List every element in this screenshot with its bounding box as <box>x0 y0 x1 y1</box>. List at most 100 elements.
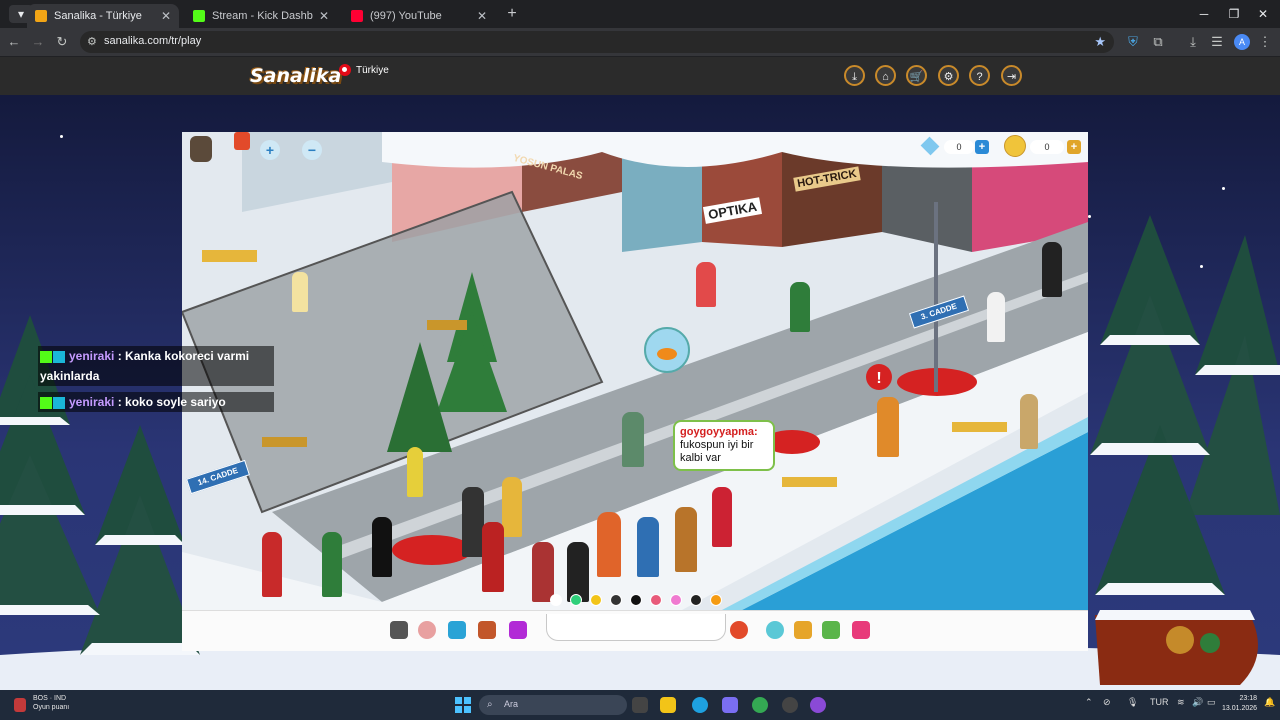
copilot-icon[interactable] <box>722 697 738 713</box>
player-avatar[interactable] <box>262 532 282 597</box>
player-avatar[interactable] <box>372 517 392 577</box>
game-widget-icon[interactable] <box>14 698 26 712</box>
home-icon[interactable]: ⌂ <box>875 65 896 86</box>
color-swatch-dark-gray[interactable] <box>610 594 622 606</box>
help-icon[interactable]: ? <box>969 65 990 86</box>
game-widget[interactable]: BOS · IND Oyun puanı <box>33 694 69 712</box>
chat-input[interactable] <box>546 614 726 641</box>
notifications-icon[interactable]: 🔔 <box>1264 697 1275 708</box>
zoom-in-icon[interactable]: + <box>260 140 280 160</box>
shield-extension-icon[interactable]: ⛨ <box>1125 34 1141 50</box>
download-icon[interactable]: ⤓ <box>1185 34 1201 50</box>
cart-icon[interactable]: 🛒 <box>906 65 927 86</box>
windows-start-icon[interactable] <box>455 697 471 713</box>
add-diamonds-button[interactable]: + <box>975 140 989 154</box>
tab-youtube[interactable]: (997) YouTube ✕ <box>343 4 495 28</box>
player-avatar[interactable] <box>1042 242 1062 297</box>
bag-icon[interactable] <box>478 621 496 639</box>
player-avatar[interactable] <box>567 542 589 602</box>
emotes-icon[interactable] <box>418 621 436 639</box>
extensions-icon[interactable]: ⧉ <box>1150 34 1166 50</box>
player-avatar[interactable] <box>502 477 522 537</box>
player-avatar[interactable] <box>712 487 732 547</box>
language-indicator[interactable]: TUR <box>1150 697 1169 707</box>
color-swatch-black[interactable] <box>630 594 642 606</box>
game-canvas[interactable]: ! YOSUN PALAS OPTIKA HOT-TRICK 3. CADDE … <box>182 132 1088 610</box>
profile-avatar[interactable]: A <box>1234 34 1250 50</box>
new-tab-button[interactable]: + <box>503 5 521 23</box>
show-hidden-icons[interactable]: ⌃ <box>1085 697 1093 708</box>
microphone-icon[interactable]: 🎙 <box>1127 697 1138 708</box>
minimize-button[interactable]: ─ <box>1192 5 1216 23</box>
player-avatar[interactable] <box>407 447 423 497</box>
player-avatar[interactable] <box>622 412 644 467</box>
network-icon[interactable]: ⊘ <box>1103 697 1111 708</box>
actions-icon[interactable] <box>509 621 527 639</box>
player-avatar[interactable] <box>322 532 342 597</box>
address-bar[interactable]: ⚙ sanalika.com/tr/play ★ <box>80 31 1114 53</box>
volume-icon[interactable]: 🔊 <box>1192 697 1203 708</box>
tab-search-icon[interactable]: ▾ <box>9 5 33 23</box>
close-tab-icon[interactable]: ✕ <box>319 9 329 23</box>
color-swatch-red[interactable] <box>650 594 662 606</box>
settings-icon[interactable]: ⚙ <box>938 65 959 86</box>
back-icon[interactable]: ← <box>6 34 22 50</box>
color-swatch-charcoal[interactable] <box>690 594 702 606</box>
menu-icon[interactable]: ⋮ <box>1257 34 1273 50</box>
color-swatch-orange[interactable] <box>710 594 722 606</box>
url-text[interactable]: sanalika.com/tr/play <box>104 35 201 47</box>
tab-kick-dashboard[interactable]: Stream - Kick Dashboard ✕ <box>185 4 337 28</box>
forward-icon[interactable]: → <box>30 34 46 50</box>
bookmark-star-icon[interactable]: ★ <box>1094 34 1106 50</box>
maximize-button[interactable]: ❐ <box>1222 5 1246 23</box>
task-view-icon[interactable] <box>632 697 648 713</box>
chrome-icon[interactable] <box>752 697 768 713</box>
tab-sanalika[interactable]: Sanalika - Türkiye ✕ <box>27 4 179 28</box>
system-clock[interactable]: 23:18 13.01.2026 <box>1222 694 1257 714</box>
reload-icon[interactable]: ↻ <box>54 34 70 50</box>
app-icon[interactable] <box>810 697 826 713</box>
sanalika-logo[interactable]: Sanalika <box>250 65 341 87</box>
player-avatar[interactable] <box>462 487 484 557</box>
player-avatar[interactable] <box>1020 394 1038 449</box>
player-avatar[interactable] <box>292 272 308 312</box>
obs-icon[interactable] <box>782 697 798 713</box>
player-avatar[interactable] <box>877 397 899 457</box>
trophy-icon[interactable] <box>794 621 812 639</box>
reading-list-icon[interactable]: ☰ <box>1209 34 1225 50</box>
color-swatch-pink[interactable] <box>670 594 682 606</box>
chat-bubble-icon[interactable] <box>730 621 748 639</box>
player-avatar[interactable] <box>482 522 504 592</box>
fries-icon[interactable] <box>234 132 250 150</box>
zoom-out-icon[interactable]: − <box>302 140 322 160</box>
pet-icon[interactable] <box>766 621 784 639</box>
edge-icon[interactable] <box>692 697 708 713</box>
dropdown-toggle-icon[interactable] <box>852 621 870 639</box>
island-icon[interactable] <box>822 621 840 639</box>
color-swatch-white[interactable] <box>550 594 562 606</box>
color-swatch-yellow[interactable] <box>590 594 602 606</box>
player-avatar[interactable] <box>987 292 1005 342</box>
player-avatar[interactable] <box>675 507 697 572</box>
wifi-icon[interactable]: ≋ <box>1177 697 1185 708</box>
add-coins-button[interactable]: + <box>1067 140 1081 154</box>
player-avatar[interactable] <box>696 262 716 307</box>
player-avatar[interactable] <box>637 517 659 577</box>
download-icon[interactable]: ⤓ <box>844 65 865 86</box>
player-avatar[interactable] <box>790 282 810 332</box>
close-window-button[interactable]: ✕ <box>1251 5 1275 23</box>
player-avatar[interactable] <box>597 512 621 577</box>
logout-icon[interactable]: ⇥ <box>1001 65 1022 86</box>
site-info-icon[interactable]: ⚙ <box>87 35 97 48</box>
dance-icon[interactable] <box>448 621 466 639</box>
my-avatar-icon[interactable] <box>190 136 212 162</box>
close-tab-icon[interactable]: ✕ <box>161 9 171 23</box>
color-swatch-green[interactable] <box>570 594 582 606</box>
country-selector[interactable]: Türkiye <box>339 64 389 76</box>
close-tab-icon[interactable]: ✕ <box>477 9 487 23</box>
player-avatar[interactable] <box>532 542 554 602</box>
file-explorer-icon[interactable] <box>660 697 676 713</box>
taskbar-search[interactable]: ⌕ Ara <box>479 695 627 715</box>
battery-icon[interactable]: ▭ <box>1207 697 1216 708</box>
phone-icon[interactable] <box>390 621 408 639</box>
